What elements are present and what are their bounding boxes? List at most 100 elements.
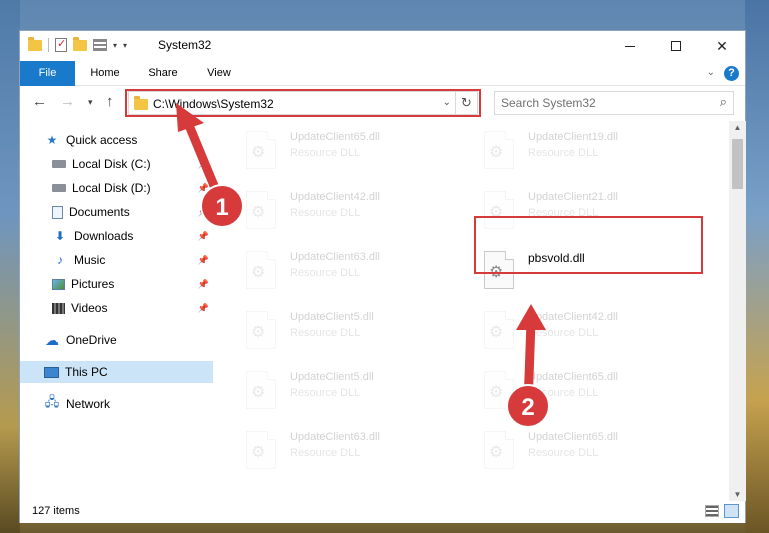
tab-home[interactable]: Home xyxy=(80,61,130,86)
help-icon[interactable]: ? xyxy=(724,66,739,81)
pin-icon: 📌 xyxy=(197,230,209,241)
file-item[interactable]: ⚙ UpdateClient19.dll Resource DLL xyxy=(479,127,704,183)
window-title: System32 xyxy=(158,38,212,52)
sidebar-item-network[interactable]: 🖧 Network xyxy=(20,393,213,415)
search-input[interactable] xyxy=(501,95,701,111)
gear-icon: ⚙ xyxy=(489,144,504,161)
file-item[interactable]: ⚙ UpdateClient42.dll Resource DLL xyxy=(479,307,704,363)
navigation-pane: ★ Quick access Local Disk (C:) 📌 Local D… xyxy=(20,121,213,501)
file-item[interactable]: ⚙ UpdateClient63.dll Resource DLL xyxy=(241,247,466,303)
dll-file-icon: ⚙ xyxy=(484,131,514,169)
ribbon-tabs: File Home Share View ⌄ ? xyxy=(20,61,745,86)
details-view-icon[interactable] xyxy=(705,505,719,517)
dll-file-icon: ⚙ xyxy=(484,371,514,409)
videos-icon xyxy=(52,302,65,314)
file-type: Resource DLL xyxy=(290,447,361,459)
pin-icon: 📌 xyxy=(197,206,209,217)
search-box[interactable]: ⌕ xyxy=(494,91,734,115)
file-type: Resource DLL xyxy=(528,327,599,339)
close-button[interactable]: ✕ xyxy=(699,31,745,61)
file-type: Resource DLL xyxy=(528,387,599,399)
toolbar-divider xyxy=(48,38,49,52)
quick-access-toolbar: ▾ ▾ xyxy=(28,36,127,52)
properties-icon[interactable] xyxy=(55,37,67,52)
file-item[interactable]: ⚙ UpdateClient65.dll Resource DLL xyxy=(479,367,704,423)
title-bar: ▾ ▾ System32 ✕ xyxy=(20,31,745,61)
pin-icon: 📌 xyxy=(197,278,209,289)
sidebar-item-local-disk-c[interactable]: Local Disk (C:) 📌 xyxy=(20,153,213,175)
view-options-icon[interactable] xyxy=(93,39,107,51)
sidebar-item-videos[interactable]: Videos 📌 xyxy=(20,297,213,319)
sidebar-item-downloads[interactable]: ⬇ Downloads 📌 xyxy=(20,225,213,247)
file-item[interactable]: ⚙ UpdateClient42.dll Resource DLL xyxy=(241,187,466,243)
forward-arrow-icon[interactable]: → xyxy=(60,93,75,110)
new-folder-icon[interactable] xyxy=(73,36,87,51)
dll-file-icon: ⚙ xyxy=(484,431,514,469)
scroll-up-icon[interactable]: ▲ xyxy=(729,123,746,132)
maximize-button[interactable] xyxy=(653,31,699,61)
tab-view[interactable]: View xyxy=(196,61,242,86)
dll-file-icon: ⚙ xyxy=(484,311,514,349)
gear-icon: ⚙ xyxy=(489,444,504,461)
sidebar-item-quick-access[interactable]: ★ Quick access xyxy=(20,129,213,151)
star-icon: ★ xyxy=(46,133,58,147)
vertical-scrollbar[interactable]: ▲ ▼ xyxy=(729,121,746,501)
dll-file-icon: ⚙ xyxy=(246,371,276,409)
minimize-button[interactable] xyxy=(607,31,653,61)
pin-icon: 📌 xyxy=(197,182,209,193)
dll-file-icon: ⚙ xyxy=(246,251,276,289)
tab-share[interactable]: Share xyxy=(138,61,188,86)
file-item[interactable]: ⚙ UpdateClient5.dll Resource DLL xyxy=(241,307,466,363)
sidebar-item-this-pc[interactable]: This PC xyxy=(20,361,213,383)
drive-icon xyxy=(52,160,66,168)
up-arrow-icon[interactable]: ↑ xyxy=(106,93,114,110)
sidebar-item-label: Local Disk (C:) xyxy=(72,157,151,171)
drive-icon xyxy=(52,184,66,192)
file-item[interactable]: ⚙ UpdateClient5.dll Resource DLL xyxy=(241,367,466,423)
minimize-icon xyxy=(625,45,635,47)
documents-icon xyxy=(52,205,63,219)
dll-file-icon: ⚙ xyxy=(246,131,276,169)
sidebar-item-music[interactable]: ♪ Music 📌 xyxy=(20,249,213,271)
file-item[interactable]: ⚙ UpdateClient63.dll Resource DLL xyxy=(241,427,466,483)
expand-ribbon-icon[interactable]: ⌄ xyxy=(707,67,715,78)
music-icon: ♪ xyxy=(57,253,63,267)
gear-icon: ⚙ xyxy=(251,444,266,461)
scrollbar-thumb[interactable] xyxy=(732,139,743,189)
gear-icon: ⚙ xyxy=(251,144,266,161)
file-name: UpdateClient65.dll xyxy=(290,131,380,143)
back-arrow-icon[interactable]: ← xyxy=(32,93,47,110)
file-highlight-box xyxy=(474,216,703,274)
file-type: Resource DLL xyxy=(528,447,599,459)
sidebar-item-documents[interactable]: Documents 📌 xyxy=(20,201,213,223)
dll-file-icon: ⚙ xyxy=(246,431,276,469)
search-icon[interactable]: ⌕ xyxy=(720,94,727,110)
dll-file-icon: ⚙ xyxy=(246,191,276,229)
address-bar-highlight xyxy=(125,89,481,117)
pin-icon: 📌 xyxy=(197,158,209,169)
file-explorer-window: ▾ ▾ System32 ✕ File Home Share View ⌄ ? … xyxy=(19,30,746,523)
file-item[interactable]: ⚙ UpdateClient65.dll Resource DLL xyxy=(479,427,704,483)
sidebar-item-local-disk-d[interactable]: Local Disk (D:) 📌 xyxy=(20,177,213,199)
sidebar-item-label: OneDrive xyxy=(66,333,117,347)
chevron-down-icon[interactable]: ▾ xyxy=(113,41,117,50)
downloads-icon: ⬇ xyxy=(54,229,66,243)
file-item[interactable]: ⚙ UpdateClient65.dll Resource DLL xyxy=(241,127,466,183)
gear-icon: ⚙ xyxy=(251,384,266,401)
onedrive-icon: ☁ xyxy=(45,331,59,348)
file-name: UpdateClient5.dll xyxy=(290,371,374,383)
customize-toolbar-icon[interactable]: ▾ xyxy=(123,41,127,50)
file-type: Resource DLL xyxy=(290,267,361,279)
desktop-background-left xyxy=(0,0,20,533)
scroll-down-icon[interactable]: ▼ xyxy=(729,490,746,499)
sidebar-item-onedrive[interactable]: ☁ OneDrive xyxy=(20,329,213,351)
maximize-icon xyxy=(671,41,681,51)
gear-icon: ⚙ xyxy=(251,324,266,341)
gear-icon: ⚙ xyxy=(251,264,266,281)
sidebar-item-pictures[interactable]: Pictures 📌 xyxy=(20,273,213,295)
tiles-view-icon[interactable] xyxy=(724,504,739,518)
file-list: ⚙ UpdateClient65.dll Resource DLL ⚙ Upda… xyxy=(213,121,729,501)
recent-locations-icon[interactable]: ▾ xyxy=(88,97,93,108)
tab-file[interactable]: File xyxy=(20,61,75,86)
file-name: UpdateClient5.dll xyxy=(290,311,374,323)
